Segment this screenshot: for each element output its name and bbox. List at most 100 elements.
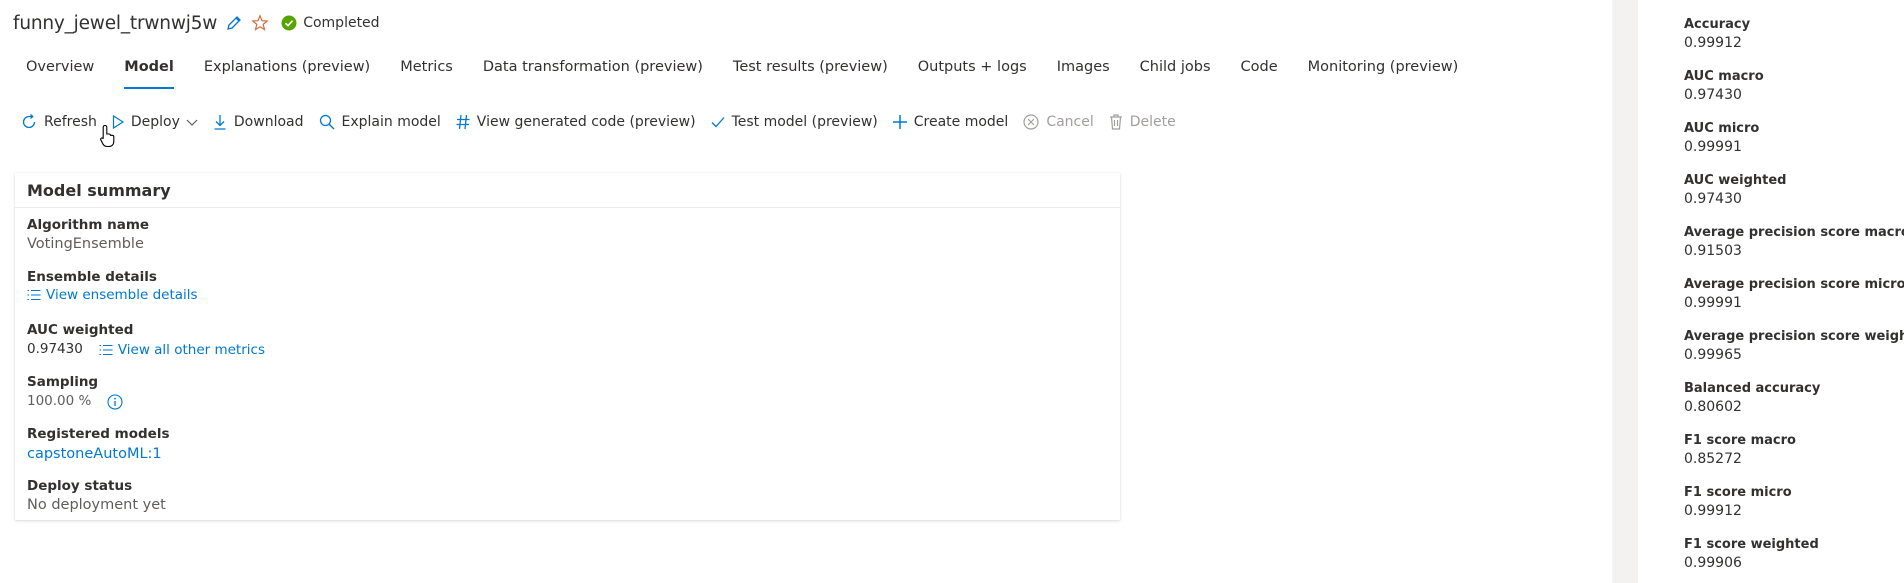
deploy-status-field: Deploy status No deployment yet bbox=[27, 477, 166, 516]
command-bar: Refresh Deploy Download Explain model Vi… bbox=[20, 110, 1190, 134]
metric-label: F1 score micro bbox=[1684, 485, 1792, 500]
list-icon bbox=[99, 344, 113, 355]
auc-weighted-value: 0.97430 bbox=[27, 341, 83, 357]
tab-bar: Overview Model Explanations (preview) Me… bbox=[26, 54, 1488, 92]
refresh-label: Refresh bbox=[44, 114, 97, 130]
metric-item: Balanced accuracy 0.80602 bbox=[1684, 380, 1820, 417]
refresh-icon bbox=[22, 114, 36, 129]
download-icon bbox=[214, 115, 226, 130]
deploy-label: Deploy bbox=[130, 114, 180, 130]
view-generated-code-button[interactable]: View generated code (preview) bbox=[455, 113, 696, 131]
tab-model[interactable]: Model bbox=[124, 54, 174, 89]
ensemble-field: Ensemble details View ensemble details bbox=[27, 268, 198, 305]
metric-label: F1 score macro bbox=[1684, 433, 1796, 448]
panel-gutter bbox=[1612, 0, 1638, 583]
sampling-value: 100.00 % bbox=[27, 393, 92, 409]
metric-item: F1 score macro 0.85272 bbox=[1684, 432, 1796, 469]
metric-value: 0.97430 bbox=[1684, 87, 1742, 103]
metric-label: Average precision score micro bbox=[1684, 277, 1904, 292]
cancel-label: Cancel bbox=[1046, 114, 1094, 130]
auc-weighted-field: AUC weighted 0.97430 View all other metr… bbox=[27, 321, 265, 360]
status-text: Completed bbox=[303, 15, 380, 31]
metric-value: 0.99912 bbox=[1684, 35, 1742, 51]
card-divider bbox=[15, 207, 1120, 208]
metric-label: Accuracy bbox=[1684, 17, 1751, 32]
check-circle-icon bbox=[281, 15, 297, 31]
metric-item: Average precision score micro 0.99991 bbox=[1684, 276, 1904, 313]
tab-child-jobs[interactable]: Child jobs bbox=[1140, 54, 1211, 87]
chevron-down-icon bbox=[186, 119, 198, 126]
mouse-cursor-icon bbox=[100, 124, 116, 148]
trash-icon bbox=[1109, 114, 1122, 130]
metric-value: 0.99965 bbox=[1684, 347, 1742, 363]
cancel-button[interactable]: Cancel bbox=[1022, 113, 1094, 131]
sampling-label: Sampling bbox=[27, 374, 99, 390]
metric-value: 0.80602 bbox=[1684, 399, 1742, 415]
deploy-button[interactable]: Deploy bbox=[111, 114, 198, 130]
tab-data-transformation[interactable]: Data transformation (preview) bbox=[483, 54, 703, 87]
explain-model-label: Explain model bbox=[341, 114, 441, 130]
view-all-metrics-text: View all other metrics bbox=[117, 341, 265, 358]
metric-label: AUC micro bbox=[1684, 121, 1760, 136]
search-icon bbox=[319, 114, 334, 130]
sampling-field: Sampling 100.00 % bbox=[27, 373, 123, 412]
tab-monitoring[interactable]: Monitoring (preview) bbox=[1308, 54, 1459, 87]
algorithm-field: Algorithm name VotingEnsemble bbox=[27, 216, 149, 255]
metric-item: AUC weighted 0.97430 bbox=[1684, 172, 1786, 209]
tab-images[interactable]: Images bbox=[1057, 54, 1110, 87]
algorithm-value: VotingEnsemble bbox=[27, 236, 144, 252]
explain-model-button[interactable]: Explain model bbox=[318, 113, 441, 131]
metric-item: Average precision score weighted 0.99965 bbox=[1684, 328, 1904, 365]
view-ensemble-details-link[interactable]: View ensemble details bbox=[27, 287, 198, 303]
create-model-button[interactable]: Create model bbox=[892, 114, 1009, 130]
metric-label: AUC weighted bbox=[1684, 173, 1787, 188]
plus-icon bbox=[892, 115, 907, 129]
checkmark-icon bbox=[711, 117, 725, 128]
title-row: funny_jewel_trwnwj5w Completed bbox=[13, 10, 380, 36]
view-ensemble-details-text: View ensemble details bbox=[46, 287, 198, 303]
deploy-status-label: Deploy status bbox=[27, 478, 133, 494]
download-label: Download bbox=[233, 114, 304, 130]
metric-label: Average precision score macro bbox=[1684, 225, 1904, 240]
tab-overview[interactable]: Overview bbox=[26, 54, 94, 87]
metric-value: 0.91503 bbox=[1684, 243, 1742, 259]
tab-test-results[interactable]: Test results (preview) bbox=[733, 54, 888, 87]
view-all-metrics-link[interactable]: View all other metrics bbox=[99, 342, 265, 358]
deploy-status-value: No deployment yet bbox=[27, 497, 166, 513]
delete-button[interactable]: Delete bbox=[1108, 113, 1176, 131]
tab-outputs-logs[interactable]: Outputs + logs bbox=[918, 54, 1027, 87]
create-model-label: Create model bbox=[913, 114, 1009, 130]
star-icon[interactable] bbox=[251, 14, 269, 32]
metric-item: Accuracy 0.99912 bbox=[1684, 16, 1750, 53]
metrics-panel: Accuracy 0.99912 AUC macro 0.97430 AUC m… bbox=[1612, 0, 1904, 583]
main-pane: funny_jewel_trwnwj5w Completed Overview … bbox=[0, 0, 1612, 583]
view-generated-code-label: View generated code (preview) bbox=[476, 114, 696, 130]
list-icon bbox=[27, 289, 41, 301]
metric-item: F1 score micro 0.99912 bbox=[1684, 484, 1792, 521]
tab-explanations[interactable]: Explanations (preview) bbox=[204, 54, 370, 87]
metric-item: AUC micro 0.99991 bbox=[1684, 120, 1759, 157]
test-model-button[interactable]: Test model (preview) bbox=[710, 114, 878, 130]
tab-metrics[interactable]: Metrics bbox=[400, 54, 453, 87]
ensemble-label: Ensemble details bbox=[27, 269, 157, 285]
metric-label: AUC macro bbox=[1684, 69, 1764, 84]
refresh-button[interactable]: Refresh bbox=[20, 113, 97, 131]
algorithm-label: Algorithm name bbox=[27, 217, 150, 233]
metric-item: F1 score weighted 0.99906 bbox=[1684, 536, 1819, 573]
download-button[interactable]: Download bbox=[212, 113, 304, 131]
registered-model-link[interactable]: capstoneAutoML:1 bbox=[27, 444, 162, 465]
delete-label: Delete bbox=[1129, 114, 1176, 130]
card-title: Model summary bbox=[27, 181, 171, 200]
status-badge: Completed bbox=[281, 15, 380, 31]
info-icon[interactable] bbox=[107, 393, 123, 410]
test-model-label: Test model (preview) bbox=[731, 114, 878, 130]
edit-icon[interactable] bbox=[225, 14, 243, 32]
tab-code[interactable]: Code bbox=[1241, 54, 1278, 87]
metric-label: Balanced accuracy bbox=[1684, 381, 1821, 396]
auc-weighted-label: AUC weighted bbox=[27, 322, 134, 338]
model-summary-card: Model summary Algorithm name VotingEnsem… bbox=[15, 173, 1120, 520]
metric-label: F1 score weighted bbox=[1684, 537, 1819, 552]
registered-models-field: Registered models capstoneAutoML:1 bbox=[27, 425, 170, 465]
metric-item: AUC macro 0.97430 bbox=[1684, 68, 1764, 105]
metric-item: Average precision score macro 0.91503 bbox=[1684, 224, 1904, 261]
